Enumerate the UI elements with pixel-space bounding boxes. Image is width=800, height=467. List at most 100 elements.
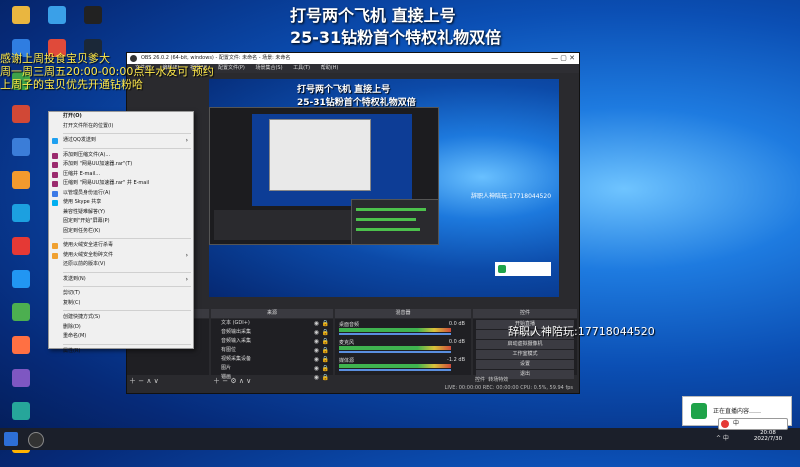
source-item[interactable]: 音频输出采集 ◉ 🔒 [211, 328, 333, 337]
source-item[interactable]: 音频输入采集 ◉ 🔒 [211, 337, 333, 346]
context-menu-item[interactable]: 压缩并 E-mail... [49, 170, 193, 180]
menu-scene-collection[interactable]: 场景集合(S) [255, 65, 282, 71]
tray-clock[interactable]: 20:08 2022/7/30 [748, 430, 788, 442]
visibility-icon[interactable]: ◉ [314, 346, 319, 355]
lock-icon[interactable]: 🔒 [322, 328, 329, 337]
desktop-icon[interactable] [40, 4, 74, 38]
volume-slider[interactable] [339, 333, 451, 335]
context-menu-item[interactable]: 压缩到 "网易UU加速器.rar" 并 E-mail [49, 179, 193, 189]
context-menu-item[interactable]: 创建快捷方式(S) [49, 313, 193, 323]
context-menu-item[interactable]: 打开文件所在的位置(I) [49, 122, 193, 132]
headline-line1: 打号两个飞机 直接上号 [290, 6, 456, 25]
menu-item-label: 删除(D) [63, 323, 81, 330]
toast-app-icon [498, 265, 506, 273]
context-menu-item[interactable]: 使用火绒安全粉碎文件 › [49, 251, 193, 261]
desktop-icon[interactable] [4, 268, 38, 302]
obs-title: OBS 26.0.2 (64-bit, windows) - 配置文件: 未命名… [141, 55, 291, 61]
skype-icon [52, 200, 58, 206]
app-icon [84, 6, 102, 24]
context-menu-item[interactable]: 属性(R) [49, 347, 193, 357]
context-menu-item[interactable]: 固定到"开始"屏幕(P) [49, 217, 193, 227]
obs-taskbar-icon[interactable] [28, 432, 44, 448]
context-menu-item[interactable]: 还原以前的版本(V) [49, 260, 193, 270]
preview-toast [495, 262, 551, 276]
preview-headline1: 打号两个飞机 直接上号 [297, 85, 391, 95]
obs-preview[interactable]: 打号两个飞机 直接上号 25-31钻粉首个特权礼物双倍 辞职人神陪玩:17718… [209, 79, 559, 297]
control-button[interactable]: 工作室模式 [476, 350, 574, 359]
context-menu-item[interactable]: 重命名(M) [49, 332, 193, 342]
menu-tools[interactable]: 工具(T) [293, 65, 310, 71]
obs-titlebar[interactable]: OBS 26.0.2 (64-bit, windows) - 配置文件: 未命名… [127, 53, 579, 64]
start-windows-icon[interactable] [4, 432, 18, 446]
context-menu-item[interactable]: 剪切(T) [49, 289, 193, 299]
context-menu-item[interactable]: 发送到(N) › [49, 275, 193, 285]
control-button[interactable]: 设置 [476, 360, 574, 369]
nested-meter-2 [356, 218, 416, 221]
tab-transitions[interactable]: 转场特效 [488, 377, 508, 383]
context-menu-item[interactable]: 使用 Skype 共享 [49, 198, 193, 208]
control-button[interactable]: 启动虚拟摄像机 [476, 340, 574, 349]
source-item[interactable]: 视频采集设备 ◉ 🔒 [211, 355, 333, 364]
context-menu-item[interactable]: 打开(O) [49, 112, 193, 122]
rar-icon [52, 171, 58, 178]
lock-icon[interactable]: 🔒 [322, 346, 329, 355]
ime-toolbar[interactable]: 中 [718, 418, 788, 430]
tab-controls[interactable]: 控件 [475, 377, 485, 383]
ime-mode[interactable]: 中 [733, 419, 739, 429]
lock-icon[interactable]: 🔒 [322, 355, 329, 364]
sources-dock[interactable]: 文本 (GDI+) ◉ 🔒 音频输出采集 ◉ 🔒 音频输入采集 ◉ 🔒 有图位 ◉ 🔒 视频采集设备 ◉ 🔒… [211, 319, 333, 381]
source-item[interactable]: 有图位 ◉ 🔒 [211, 346, 333, 355]
menu-item-label: 固定到任务栏(K) [63, 227, 101, 234]
desktop-icon[interactable] [4, 136, 38, 170]
controls-tabs[interactable]: 控件 转场特效 [475, 376, 508, 383]
context-menu-item[interactable]: 添加到压缩文件(A)... [49, 151, 193, 161]
desktop-icon[interactable] [4, 367, 38, 401]
menu-help[interactable]: 帮助(H) [321, 65, 339, 71]
tray-ime[interactable]: ^ 中 [716, 433, 729, 442]
visibility-icon[interactable]: ◉ [314, 337, 319, 346]
window-controls-icon[interactable]: — ▢ ✕ [551, 53, 575, 64]
visibility-icon[interactable]: ◉ [314, 328, 319, 337]
context-menu-item[interactable]: 复制(C) [49, 299, 193, 309]
app-icon [48, 6, 66, 24]
context-menu-item[interactable]: 以管理员身份运行(A) [49, 189, 193, 199]
lock-icon[interactable]: 🔒 [322, 319, 329, 328]
menu-item-label: 属性(R) [63, 347, 81, 354]
menu-item-label: 使用火绒安全进行杀毒 [63, 242, 114, 248]
menu-separator [63, 238, 191, 239]
source-item[interactable]: 图片 ◉ 🔒 [211, 364, 333, 373]
obs-window[interactable]: OBS 26.0.2 (64-bit, windows) - 配置文件: 未命名… [126, 52, 580, 394]
mixer-dock[interactable]: 桌面音频 0.0 dB 麦克风 0.0 dB 媒体源 -1.2 dB [335, 319, 471, 375]
controls-dock-header: 控件 [473, 309, 577, 318]
desktop-icon[interactable] [76, 4, 110, 38]
desktop-icon[interactable] [4, 334, 38, 368]
menu-item-label: 打开文件所在的位置(I) [63, 122, 114, 129]
context-menu-item[interactable]: 通过QQ发送到 › [49, 136, 193, 146]
desktop-icon[interactable] [4, 301, 38, 335]
notice-line2: 周一周三周五20:00-00:00点半水友可 预约 [0, 65, 214, 78]
visibility-icon[interactable]: ◉ [314, 355, 319, 364]
menu-profile[interactable]: 配置文件(P) [218, 65, 245, 71]
visibility-icon[interactable]: ◉ [314, 373, 319, 382]
context-menu-item[interactable]: 兼容性疑难解答(Y) [49, 208, 193, 218]
desktop-icon[interactable] [4, 235, 38, 269]
desktop-icon[interactable] [4, 202, 38, 236]
lock-icon[interactable]: 🔒 [322, 364, 329, 373]
lock-icon[interactable]: 🔒 [322, 337, 329, 346]
context-menu[interactable]: 打开(O) 打开文件所在的位置(I) 通过QQ发送到 › 添加到压缩文件(A)... 添加… [48, 111, 194, 354]
context-menu-item[interactable]: 添加到 "网易UU加速器.rar"(T) [49, 160, 193, 170]
context-menu-item[interactable]: 使用火绒安全进行杀毒 [49, 241, 193, 251]
status-text: LIVE: 00:00:00 REC: 00:00:00 CPU: 0.5%, … [444, 385, 573, 391]
source-item[interactable]: 文本 (GDI+) ◉ 🔒 [211, 319, 333, 328]
context-menu-item[interactable]: 固定到任务栏(K) [49, 227, 193, 237]
lock-icon[interactable]: 🔒 [322, 373, 329, 382]
desktop-icon[interactable] [4, 103, 38, 137]
visibility-icon[interactable]: ◉ [314, 364, 319, 373]
volume-slider[interactable] [339, 369, 451, 371]
visibility-icon[interactable]: ◉ [314, 319, 319, 328]
context-menu-item[interactable]: 删除(D) [49, 323, 193, 333]
desktop-icon[interactable] [4, 4, 38, 38]
volume-slider[interactable] [339, 351, 451, 353]
desktop-icon[interactable] [4, 169, 38, 203]
menu-item-label: 还原以前的版本(V) [63, 261, 106, 267]
